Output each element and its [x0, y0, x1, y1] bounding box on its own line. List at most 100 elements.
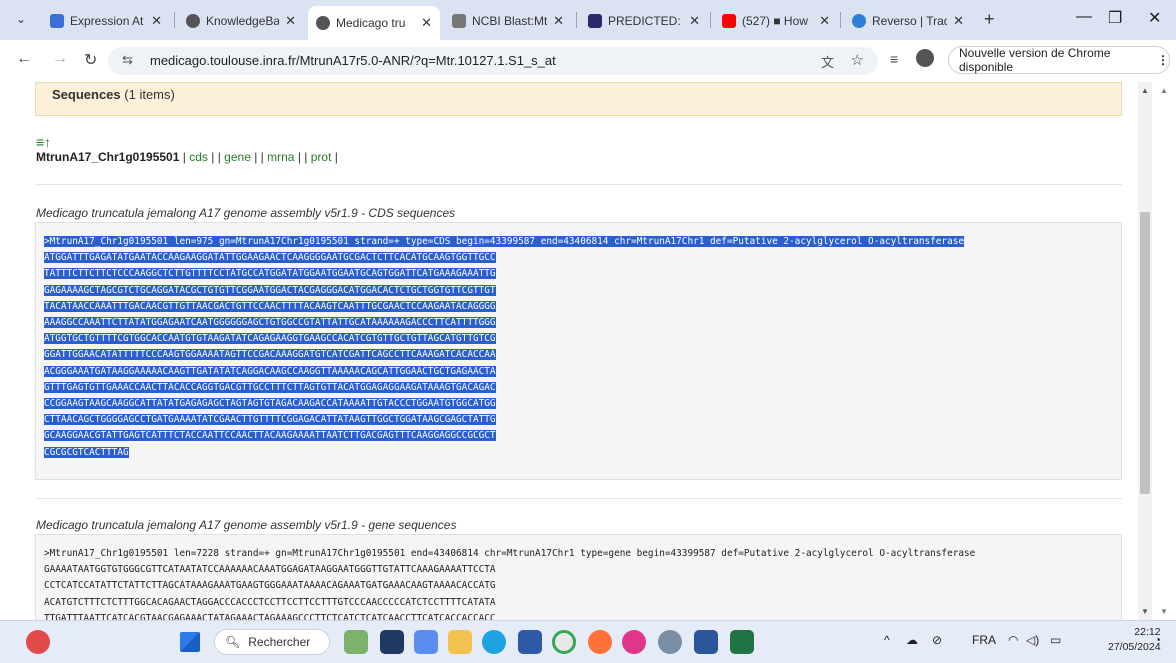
- close-icon[interactable]: ✕: [553, 13, 564, 29]
- cloud-icon[interactable]: ☁: [906, 633, 918, 647]
- youtube-icon: [722, 14, 736, 28]
- cds-sequence-text[interactable]: >MtrunA17_Chr1g0195501 len=975 gn=MtrunA…: [36, 223, 1121, 472]
- tab-search-chevron-icon[interactable]: ⌄: [10, 8, 32, 30]
- store-icon[interactable]: [518, 630, 542, 654]
- scroll-up-icon[interactable]: ▲: [1160, 86, 1168, 95]
- sequence-line[interactable]: ATGGTGCTGTTTTCGTGGCACCAATGTGTAAGATATCAGA…: [44, 333, 496, 345]
- restore-icon[interactable]: ❐: [1108, 8, 1122, 28]
- cds-sequence-panel[interactable]: >MtrunA17_Chr1g0195501 len=975 gn=MtrunA…: [35, 222, 1122, 480]
- prot-link[interactable]: prot: [311, 150, 332, 164]
- list-sort-icon[interactable]: ≡↑: [36, 134, 51, 150]
- sequence-line[interactable]: ATGGATTTGAGATATGAATACCAAGAAGGATATTGGAAGA…: [44, 252, 496, 264]
- scroll-thumb[interactable]: [1140, 212, 1150, 494]
- sequence-line[interactable]: GAAAATAATGGTGTGGGCGTTCATAATATCCAAAAAACAA…: [44, 564, 496, 575]
- scroll-down-icon[interactable]: ▼: [1160, 607, 1168, 616]
- edge-icon[interactable]: [482, 630, 506, 654]
- file-explorer-icon[interactable]: [448, 630, 472, 654]
- sequence-line[interactable]: >MtrunA17_Chr1g0195501 len=975 gn=MtrunA…: [44, 236, 965, 247]
- task-view-icon[interactable]: [380, 630, 404, 654]
- sequence-line[interactable]: TTGATTTAATTCATCACGTAACGAGAAACTATAGAAACTA…: [44, 613, 496, 620]
- page-scrollbar[interactable]: ▲ ▼: [1138, 82, 1152, 620]
- close-icon[interactable]: ✕: [151, 13, 162, 29]
- back-arrow-icon[interactable]: ←: [16, 50, 32, 68]
- word-icon[interactable]: [694, 630, 718, 654]
- tab-title: NCBI Blast:Mt: [472, 14, 548, 28]
- notification-app-icon[interactable]: [26, 630, 50, 654]
- play-icon: [588, 14, 602, 28]
- close-icon[interactable]: ✕: [689, 13, 700, 29]
- sequence-line[interactable]: >MtrunA17_Chr1g0195501 len=7228 strand=+…: [44, 548, 975, 559]
- sequence-line[interactable]: GCAAGGAACGTATTGAGTCATTTCTACCAATTCCAACTTA…: [44, 430, 496, 442]
- more-menu-icon[interactable]: ⋮: [1157, 53, 1169, 67]
- gene-links-line: MtrunA17_Chr1g0195501 | cds | | gene | |…: [36, 150, 338, 164]
- sequence-line[interactable]: CCGGAAGTAAGCAAGGCATTATATGAGAGAGCTAGTAGTG…: [44, 398, 496, 410]
- sequence-line[interactable]: ACGGGAAATGATAAGGAAAAACAAGTTGATATATCAGGAC…: [44, 365, 496, 377]
- plant-widget-icon[interactable]: [344, 630, 368, 654]
- taskbar-search[interactable]: 🔍︎ Rechercher: [214, 629, 330, 655]
- url-text: medicago.toulouse.inra.fr/MtrunA17r5.0-A…: [150, 53, 556, 68]
- settings-gear-icon[interactable]: [658, 630, 682, 654]
- wifi-icon[interactable]: ◠: [1008, 633, 1018, 647]
- close-icon[interactable]: ✕: [421, 15, 432, 31]
- excel-icon[interactable]: [730, 630, 754, 654]
- windows-start-icon[interactable]: [180, 632, 200, 652]
- clock[interactable]: 22:12 27/05/2024: [1108, 625, 1161, 655]
- cds-link[interactable]: cds: [189, 150, 208, 164]
- close-icon[interactable]: ✕: [819, 13, 830, 29]
- sequence-line[interactable]: CCTCATCCATATTCTATTCTTAGCATAAAGAAATGAAGTG…: [44, 580, 496, 591]
- sequence-line[interactable]: GTTTGAGTGTTGAAACCAACTTACACCAGGTGACGTTGCC…: [44, 381, 496, 393]
- gene-link[interactable]: gene: [224, 150, 251, 164]
- minimize-icon[interactable]: —: [1076, 8, 1092, 26]
- address-bar[interactable]: ⇆ medicago.toulouse.inra.fr/MtrunA17r5.0…: [108, 47, 878, 75]
- sequence-line[interactable]: AAAGGCCAAATTCTTATATGGAGAATCAATGGGGGGAGCT…: [44, 317, 496, 329]
- sequence-line[interactable]: TATTTCTTCTTCTCCCAAGGCTCTTGTTTTCCTATGCCAT…: [44, 268, 496, 280]
- tab-ncbi-blast[interactable]: NCBI Blast:Mt ✕: [444, 8, 572, 34]
- tab-knowledgebase[interactable]: KnowledgeBa ✕: [178, 8, 304, 34]
- gene-sequence-panel[interactable]: >MtrunA17_Chr1g0195501 len=7228 strand=+…: [35, 534, 1122, 620]
- reading-list-icon[interactable]: ≡: [890, 51, 898, 67]
- volume-icon[interactable]: ◁): [1026, 633, 1039, 647]
- media-app-icon[interactable]: [622, 630, 646, 654]
- language-indicator[interactable]: FRA: [972, 633, 996, 647]
- divider: [35, 498, 1122, 499]
- scroll-up-icon[interactable]: ▲: [1141, 86, 1149, 95]
- reload-icon[interactable]: ↻: [84, 50, 97, 70]
- chrome-update-button[interactable]: Nouvelle version de Chrome disponible ⋮: [948, 46, 1170, 74]
- forward-arrow-icon[interactable]: →: [52, 50, 68, 68]
- tab-predicted[interactable]: PREDICTED: M ✕: [580, 8, 708, 34]
- sequence-line[interactable]: TACATAACCAAATTTGACAACGTTGTTAACGACTGTTCCA…: [44, 300, 496, 312]
- divider: [35, 184, 1122, 185]
- new-tab-plus-icon[interactable]: +: [984, 9, 995, 30]
- sequences-count: (1 items): [124, 87, 175, 102]
- notifications-icon[interactable]: ◔: [1154, 633, 1161, 647]
- sequence-line[interactable]: GAGAAAAGCTAGCGTCTGCAGGATACGCTGTGTTCGGAAT…: [44, 284, 496, 296]
- translate-icon[interactable]: 文: [821, 52, 834, 71]
- tray-chevron-icon[interactable]: ^: [884, 633, 890, 647]
- firefox-icon[interactable]: [588, 630, 612, 654]
- scroll-down-icon[interactable]: ▼: [1141, 607, 1149, 616]
- tab-expression-atlas[interactable]: Expression At ✕: [42, 8, 170, 34]
- mrna-link[interactable]: mrna: [267, 150, 294, 164]
- network-share-icon[interactable]: ⊘: [932, 633, 942, 647]
- window-scrollbar[interactable]: ▲ ▼: [1152, 82, 1176, 620]
- ncbi-icon: [452, 14, 466, 28]
- sequence-line[interactable]: CTTAACAGCTGGGGAGCCTGATGAAAATATCGAACTTGTT…: [44, 414, 496, 426]
- battery-icon[interactable]: ▭: [1050, 633, 1061, 647]
- sequence-line[interactable]: CGCGCGTCACTTTAG: [44, 446, 129, 458]
- tab-youtube[interactable]: (527) ■ How ✕: [714, 8, 838, 34]
- site-info-icon[interactable]: ⇆: [122, 52, 133, 68]
- close-window-icon[interactable]: ✕: [1148, 8, 1161, 28]
- sequence-line[interactable]: ACATGTCTTTCTCTTTGGCACAGAACTAGGACCCACCCTC…: [44, 597, 496, 608]
- copilot-icon[interactable]: [414, 630, 438, 654]
- close-icon[interactable]: ✕: [953, 13, 964, 29]
- reverso-icon: [852, 14, 866, 28]
- tab-medicago[interactable]: Medicago tru ✕: [308, 6, 440, 40]
- chrome-icon[interactable]: [552, 630, 576, 654]
- bookmark-star-icon[interactable]: ☆: [851, 51, 864, 69]
- sequence-line[interactable]: GGATTGGAACATATTTTTCCCAAGTGGAAAATAGTTCCGA…: [44, 349, 496, 361]
- search-placeholder: Rechercher: [248, 635, 311, 649]
- tab-reverso[interactable]: Reverso | Trad ✕: [844, 8, 972, 34]
- close-icon[interactable]: ✕: [285, 13, 296, 29]
- gene-sequence-text[interactable]: >MtrunA17_Chr1g0195501 len=7228 strand=+…: [36, 535, 1121, 620]
- profile-avatar[interactable]: [916, 49, 934, 67]
